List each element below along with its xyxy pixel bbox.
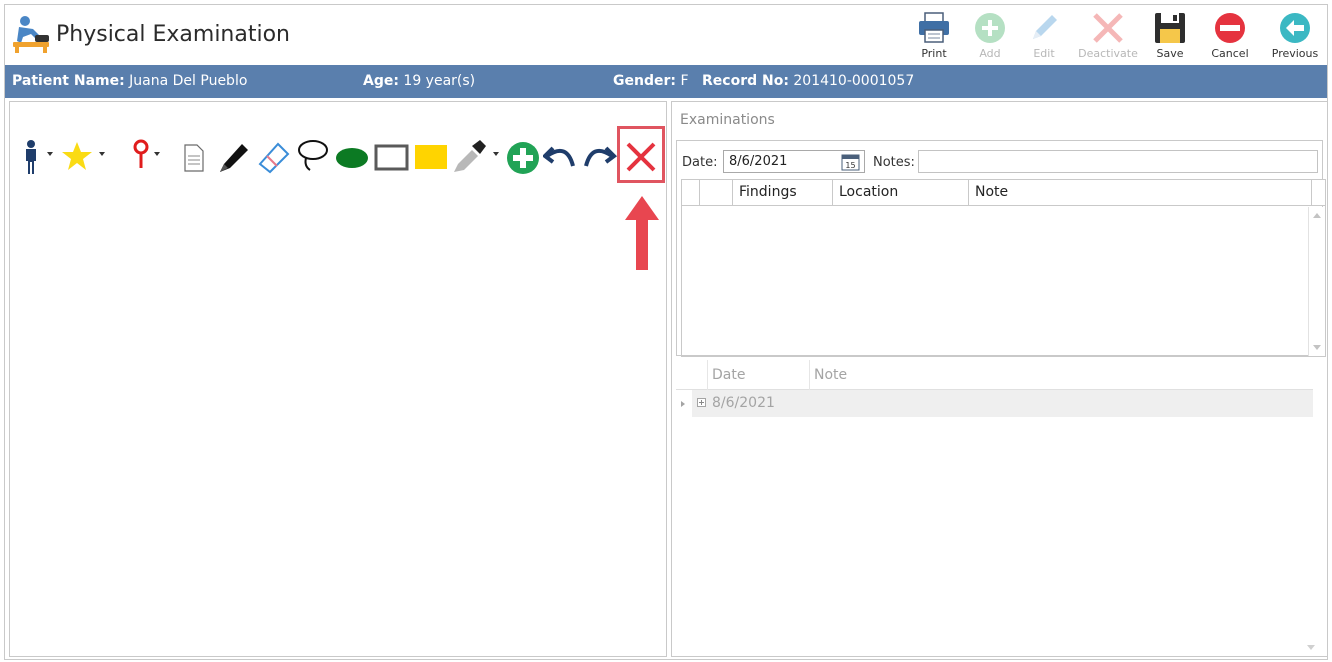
lasso-icon bbox=[298, 140, 328, 171]
map-pin-icon bbox=[133, 139, 149, 168]
previous-button[interactable]: Previous bbox=[1267, 7, 1323, 65]
deactivate-icon bbox=[1093, 13, 1123, 43]
drawing-canvas-panel[interactable] bbox=[9, 101, 667, 657]
findings-grid: Findings Location Note bbox=[681, 179, 1326, 357]
ellipse-tool[interactable] bbox=[335, 136, 369, 176]
cancel-icon bbox=[1215, 13, 1245, 43]
redo-button[interactable] bbox=[582, 136, 618, 176]
pin-dropdown[interactable] bbox=[154, 152, 160, 156]
date-label: Date: bbox=[682, 155, 718, 170]
highlight-box bbox=[617, 126, 665, 183]
cancel-button[interactable]: Cancel bbox=[1207, 7, 1253, 65]
red-arrow-annotation bbox=[625, 196, 659, 270]
page-title: Physical Examination bbox=[56, 22, 290, 47]
document-tool[interactable] bbox=[182, 136, 206, 176]
undo-icon bbox=[543, 146, 575, 167]
svg-text:15: 15 bbox=[845, 161, 855, 170]
lasso-tool[interactable] bbox=[296, 136, 330, 176]
patient-name: Patient Name: Juana Del Pueblo bbox=[12, 73, 248, 89]
patient-age: Age: 19 year(s) bbox=[363, 73, 476, 89]
findings-scrollbar[interactable] bbox=[1308, 207, 1325, 356]
row-indicator-header bbox=[682, 180, 700, 206]
floppy-disk-icon bbox=[1155, 13, 1185, 43]
scroll-up-arrow[interactable] bbox=[1313, 213, 1321, 218]
notes-label: Notes: bbox=[873, 155, 915, 170]
column-findings[interactable]: Findings bbox=[733, 180, 833, 206]
column-location[interactable]: Location bbox=[833, 180, 969, 206]
history-row-date: 8/6/2021 bbox=[712, 395, 775, 411]
rectangle-icon bbox=[374, 144, 409, 171]
history-grid-header: Date Note bbox=[676, 360, 1313, 390]
save-button[interactable]: Save bbox=[1147, 7, 1193, 65]
history-column-date[interactable]: Date bbox=[708, 360, 810, 390]
findings-grid-header: Findings Location Note bbox=[682, 179, 1325, 206]
add-icon bbox=[975, 13, 1005, 43]
examination-entry-group: Date: 15 Notes: Findings Location Note bbox=[676, 140, 1326, 357]
select-column-header bbox=[700, 180, 733, 206]
add-circle-icon bbox=[507, 142, 539, 174]
body-figure-tool[interactable] bbox=[22, 136, 40, 176]
patient-gender: Gender: F bbox=[613, 73, 689, 89]
row-selector-arrow bbox=[681, 401, 685, 407]
examinations-title: Examinations bbox=[680, 112, 775, 128]
history-row-indicator-header bbox=[676, 360, 708, 390]
redo-icon bbox=[584, 146, 618, 167]
patient-info-bar: Patient Name: Juana Del Pueblo Age: 19 y… bbox=[5, 65, 1327, 98]
history-row[interactable]: 8/6/2021 bbox=[692, 390, 1313, 417]
eyedropper-icon bbox=[454, 140, 486, 172]
rectangle-tool[interactable] bbox=[374, 136, 410, 176]
star-dropdown[interactable] bbox=[99, 152, 105, 156]
history-grid: Date Note 8/6/2021 bbox=[676, 360, 1323, 654]
eraser-icon bbox=[258, 142, 290, 174]
body-figure-icon bbox=[26, 140, 36, 174]
physical-exam-app-icon bbox=[13, 16, 49, 53]
pencil-icon bbox=[1033, 15, 1057, 39]
expand-row-icon[interactable] bbox=[697, 398, 706, 407]
record-number: Record No: 201410-0001057 bbox=[702, 73, 915, 89]
pen-icon bbox=[220, 144, 248, 172]
back-arrow-icon bbox=[1280, 13, 1310, 43]
star-icon bbox=[62, 142, 92, 170]
pin-tool[interactable] bbox=[130, 136, 152, 176]
column-note[interactable]: Note bbox=[969, 180, 1312, 206]
add-button[interactable]: Add bbox=[967, 7, 1013, 65]
ellipse-icon bbox=[336, 148, 368, 168]
document-icon bbox=[184, 144, 204, 172]
fill-rectangle-tool[interactable] bbox=[414, 136, 448, 176]
star-tool[interactable] bbox=[60, 136, 94, 176]
notes-field[interactable] bbox=[918, 150, 1318, 173]
eraser-tool[interactable] bbox=[256, 136, 292, 176]
eyedropper-dropdown[interactable] bbox=[493, 152, 499, 156]
window-frame: Physical Examination Print Add Edit Deac… bbox=[4, 4, 1328, 660]
body-figure-dropdown[interactable] bbox=[47, 152, 53, 156]
fill-rectangle-icon bbox=[415, 145, 447, 169]
pen-tool[interactable] bbox=[216, 136, 252, 176]
printer-icon bbox=[919, 12, 949, 43]
add-shape-tool[interactable] bbox=[506, 136, 540, 176]
calendar-icon[interactable]: 15 bbox=[841, 153, 860, 171]
print-button[interactable]: Print bbox=[911, 7, 957, 65]
history-column-note[interactable]: Note bbox=[810, 360, 1313, 390]
scroll-down-arrow[interactable] bbox=[1313, 345, 1321, 350]
examinations-panel: Examinations Date: 15 Notes: Findings Lo… bbox=[671, 101, 1328, 657]
header: Physical Examination Print Add Edit Deac… bbox=[5, 5, 1327, 65]
history-scroll-down-arrow[interactable] bbox=[1307, 645, 1315, 650]
undo-button[interactable] bbox=[543, 136, 579, 176]
deactivate-button[interactable]: Deactivate bbox=[1073, 7, 1143, 65]
edit-button[interactable]: Edit bbox=[1021, 7, 1067, 65]
eyedropper-tool[interactable] bbox=[452, 136, 486, 176]
